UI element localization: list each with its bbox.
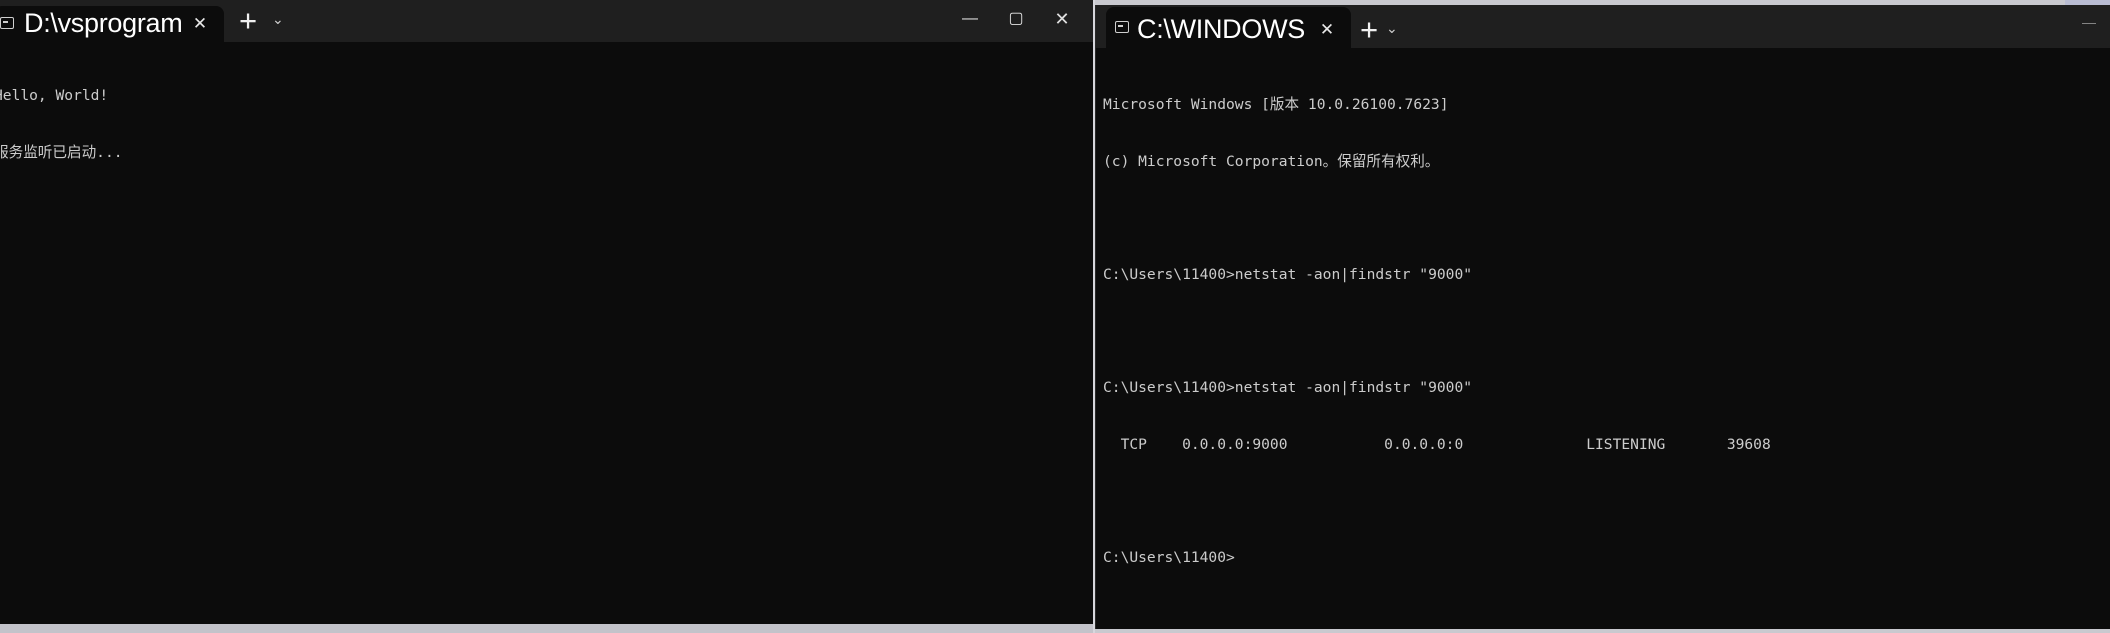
terminal-output[interactable]: Microsoft Windows [版本 10.0.26100.7623] (… bbox=[1103, 58, 2110, 629]
output-line: 服务监听已启动... bbox=[0, 143, 123, 161]
close-button[interactable]: ✕ bbox=[1039, 0, 1085, 40]
output-line: Microsoft Windows [版本 10.0.26100.7623] bbox=[1103, 95, 1449, 113]
tab-vsprogram[interactable]: D:\vsprogram\ ✕ bbox=[0, 6, 224, 42]
close-tab-icon[interactable]: ✕ bbox=[1318, 21, 1336, 38]
close-tab-icon[interactable]: ✕ bbox=[191, 15, 209, 32]
terminal-window-right[interactable]: C:\WINDOWS ✕ + ⌄ Microsoft Windows [版本 1… bbox=[1095, 5, 2110, 629]
prompt-line: C:\Users\11400> bbox=[1103, 549, 1235, 567]
chevron-down-icon[interactable]: ⌄ bbox=[272, 12, 284, 26]
chevron-down-icon[interactable]: ⌄ bbox=[1386, 21, 1398, 35]
output-line: TCP 0.0.0.0:9000 0.0.0.0:0 LISTENING 396… bbox=[1103, 436, 1771, 454]
terminal-window-left[interactable]: D:\vsprogram\ ✕ + ⌄ — ▢ ✕ Hello, World! … bbox=[0, 0, 1093, 624]
minimize-button[interactable]: — bbox=[947, 0, 993, 40]
desktop-edge bbox=[2065, 0, 2110, 5]
minimize-button[interactable]: — bbox=[2082, 14, 2096, 30]
tab-title: D:\vsprogram\ bbox=[24, 8, 182, 38]
output-line: C:\Users\11400>netstat -aon|findstr "900… bbox=[1103, 379, 1473, 397]
title-bar[interactable]: D:\vsprogram\ ✕ + ⌄ — ▢ ✕ bbox=[0, 0, 1093, 42]
tab-title: C:\WINDOWS bbox=[1137, 14, 1305, 44]
maximize-button[interactable]: ▢ bbox=[993, 0, 1039, 40]
new-tab-button[interactable]: + bbox=[1354, 14, 1384, 45]
desktop-strip bbox=[0, 624, 1093, 633]
output-line: (c) Microsoft Corporation。保留所有权利。 bbox=[1103, 152, 1440, 170]
terminal-icon bbox=[1115, 21, 1129, 33]
terminal-output[interactable]: Hello, World! 服务监听已启动... bbox=[0, 49, 1093, 624]
title-bar[interactable]: C:\WINDOWS ✕ + ⌄ bbox=[1096, 5, 2110, 48]
tab-windows[interactable]: C:\WINDOWS ✕ bbox=[1106, 7, 1351, 48]
output-line: C:\Users\11400>netstat -aon|findstr "900… bbox=[1103, 265, 1473, 283]
new-tab-button[interactable]: + bbox=[233, 5, 263, 36]
output-line: Hello, World! bbox=[0, 86, 109, 104]
terminal-icon bbox=[0, 17, 14, 29]
